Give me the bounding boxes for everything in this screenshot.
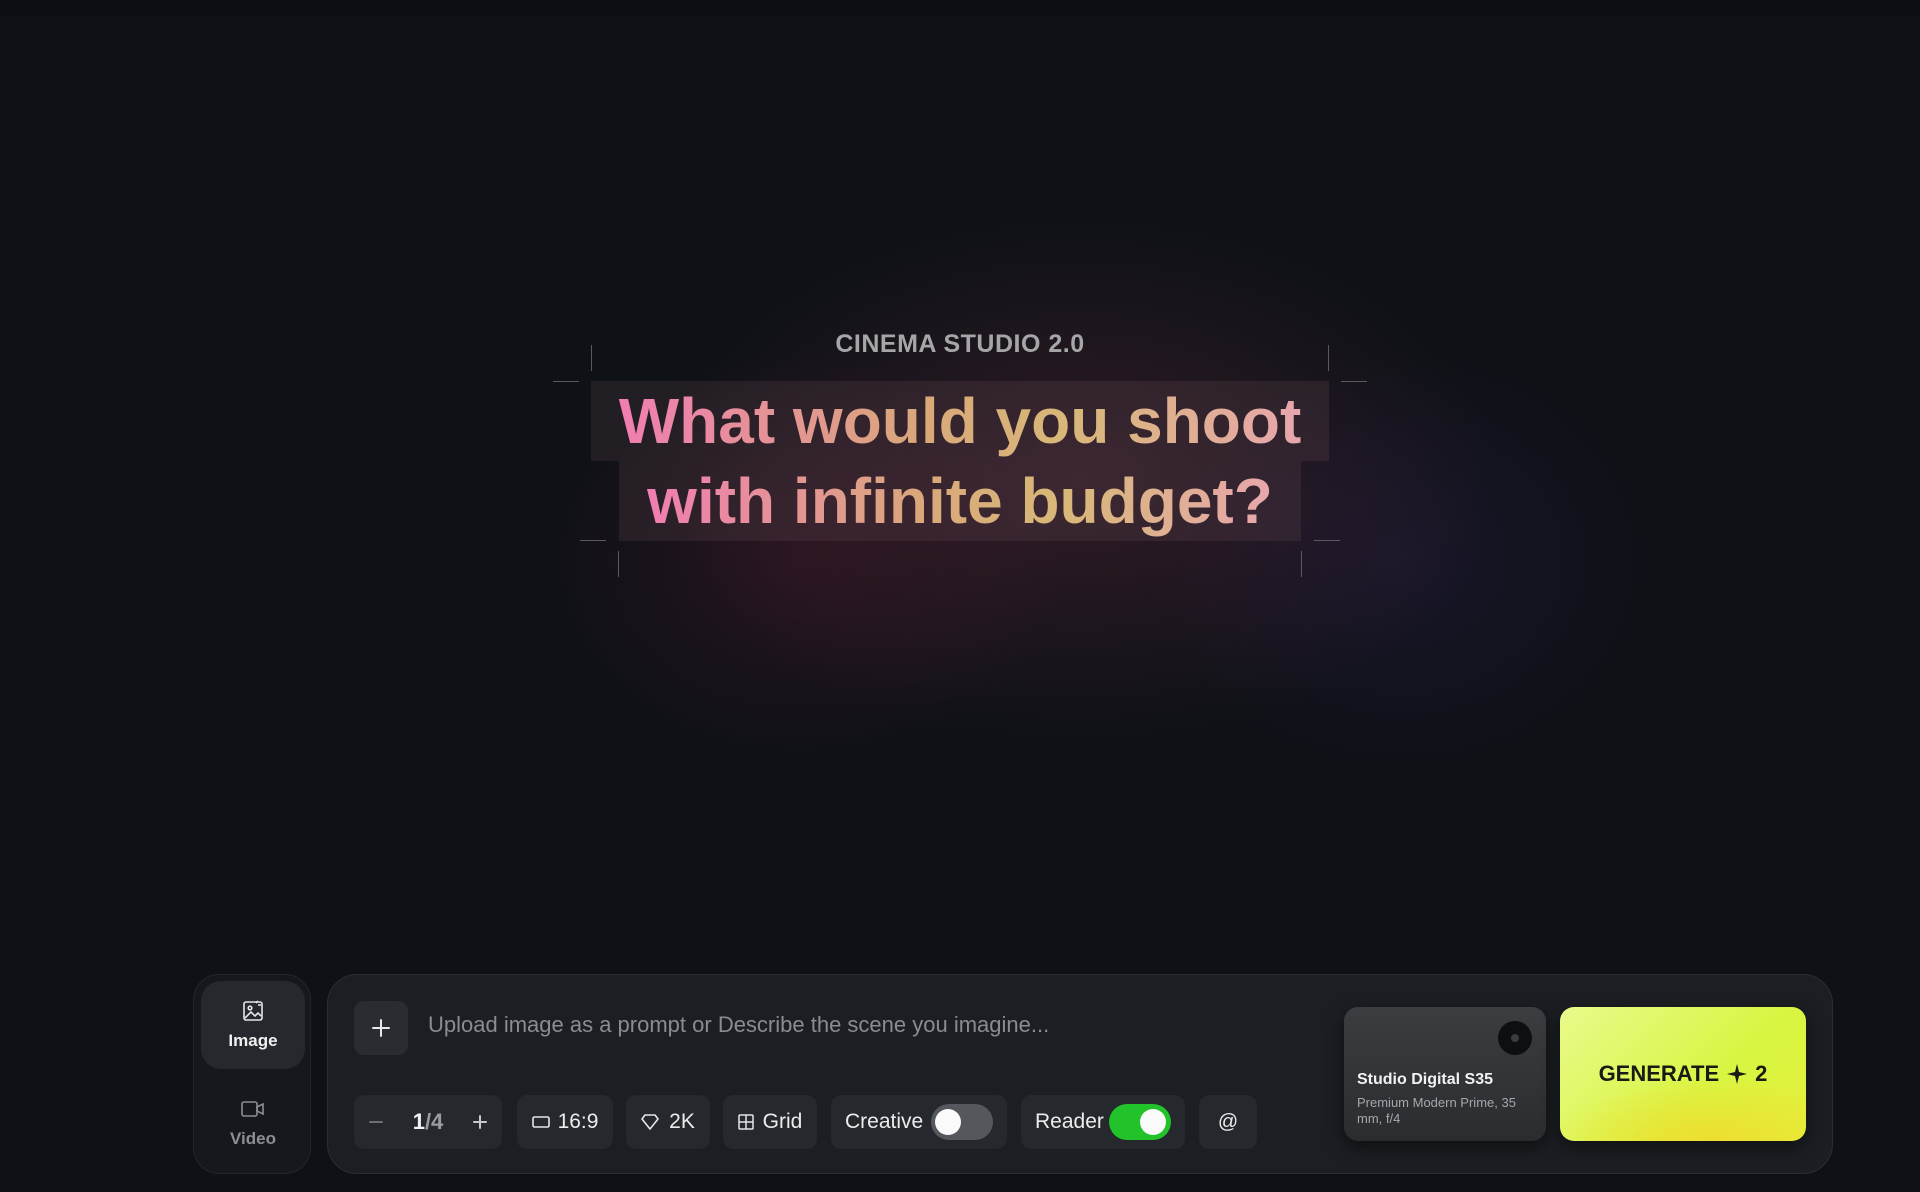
headline: What would you shoot with infinite budge… — [552, 345, 1368, 577]
creative-toggle-group: Creative — [831, 1095, 1007, 1149]
upload-image-button[interactable] — [354, 1001, 408, 1055]
plus-icon — [472, 1115, 487, 1129]
image-count-stepper: 1/4 — [354, 1095, 502, 1149]
crop-mark — [1328, 345, 1330, 371]
crop-mark — [1341, 381, 1368, 382]
grid-icon — [737, 1114, 754, 1130]
prompt-input[interactable] — [428, 1005, 1328, 1045]
crop-mark — [552, 381, 579, 382]
plus-icon — [372, 1019, 390, 1037]
reader-toggle[interactable] — [1109, 1104, 1171, 1140]
minus-icon — [369, 1121, 383, 1123]
layout-value: Grid — [762, 1110, 803, 1133]
aspect-ratio-select[interactable]: 16:9 — [517, 1095, 613, 1149]
generate-cost: 2 — [1755, 1061, 1768, 1086]
toggle-knob — [935, 1109, 961, 1135]
decrement-button[interactable] — [368, 1114, 384, 1130]
generate-button[interactable]: GENERATE 2 — [1560, 1007, 1806, 1141]
reader-toggle-group: Reader — [1021, 1095, 1185, 1149]
top-bar — [0, 0, 1920, 16]
image-icon — [243, 1000, 263, 1021]
mode-image[interactable]: Image — [201, 981, 305, 1069]
hero: CINEMA STUDIO 2.0 What would you shoot w… — [0, 330, 1920, 577]
resolution-value: 2K — [669, 1110, 695, 1133]
video-camera-icon — [241, 1101, 264, 1117]
headline-line-1: What would you shoot — [591, 381, 1330, 461]
generate-label: GENERATE — [1598, 1061, 1720, 1086]
camera-lens-icon — [1498, 1021, 1532, 1055]
product-eyebrow: CINEMA STUDIO 2.0 — [835, 330, 1085, 358]
mode-video-label: Video — [230, 1129, 276, 1148]
reader-label: Reader — [1035, 1110, 1104, 1133]
mode-image-label: Image — [228, 1031, 278, 1050]
sparkle-icon — [1727, 1064, 1748, 1084]
camera-name: Studio Digital S35 — [1357, 1071, 1494, 1088]
creative-toggle[interactable] — [931, 1104, 993, 1140]
camera-lens-details: Premium Modern Prime, 35 mm, f/4 — [1357, 1095, 1516, 1126]
increment-button[interactable] — [472, 1114, 488, 1130]
mode-switcher: Image Video — [193, 974, 311, 1174]
camera-selector[interactable]: Studio Digital S35 Premium Modern Prime,… — [1344, 1007, 1546, 1141]
headline-line-2: with infinite budget? — [619, 461, 1301, 541]
mention-button[interactable]: @ — [1199, 1095, 1257, 1149]
at-icon: @ — [1217, 1110, 1239, 1133]
crop-mark — [579, 540, 606, 541]
resolution-select[interactable]: 2K — [626, 1095, 710, 1149]
image-count-value: 1/4 — [412, 1109, 444, 1134]
layout-select[interactable]: Grid — [723, 1095, 817, 1149]
crop-mark — [1314, 540, 1341, 541]
creative-label: Creative — [845, 1110, 924, 1133]
crop-mark — [617, 551, 619, 577]
diamond-icon — [641, 1114, 659, 1130]
crop-mark — [590, 345, 592, 371]
mode-video[interactable]: Video — [201, 1079, 305, 1167]
prompt-panel: 1/4 16:9 2K Grid Creative Reader @ Studi… — [327, 974, 1833, 1174]
toggle-knob — [1140, 1109, 1166, 1135]
aspect-ratio-icon — [531, 1116, 550, 1128]
aspect-ratio-value: 16:9 — [557, 1110, 599, 1133]
crop-mark — [1301, 551, 1303, 577]
